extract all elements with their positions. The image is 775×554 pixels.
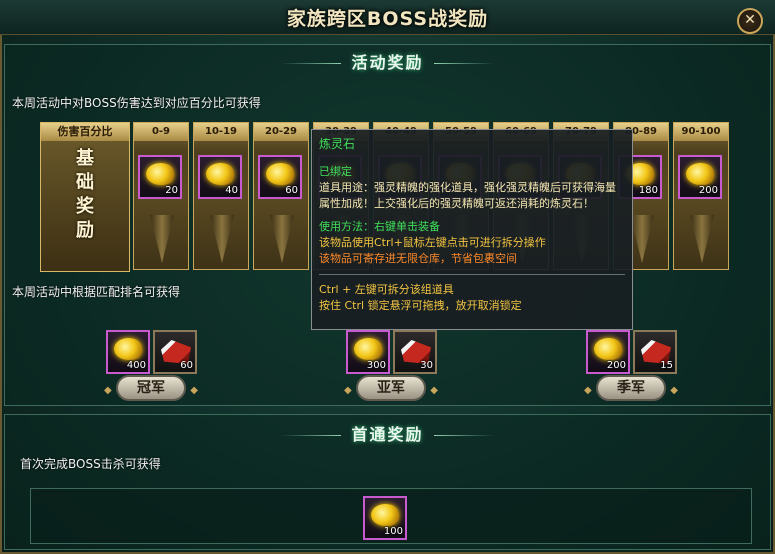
tooltip-how: 使用方法：右键单击装备 xyxy=(319,220,440,233)
rank3-gold-item[interactable]: 200 xyxy=(586,330,630,374)
tooltip-item-name: 炼灵石 xyxy=(319,137,356,151)
damage-range-label: 0-9 xyxy=(134,123,188,141)
base-reward-column: 伤害百分比 基础奖励 xyxy=(40,122,130,272)
rank1-gold-item[interactable]: 400 xyxy=(106,330,150,374)
sword-decoration xyxy=(270,215,294,263)
base-reward-label: 基础奖励 xyxy=(76,148,94,241)
damage-range-label: 90-100 xyxy=(674,123,728,141)
activity-section-title: 活动奖励 xyxy=(0,49,775,73)
damage-column: 0-9 20 xyxy=(133,122,189,270)
rank-desc: 本周活动中根据匹配排名可获得 xyxy=(12,285,181,299)
gold-ore-icon xyxy=(114,338,142,360)
rank-badge-champion: 冠军 xyxy=(104,375,198,402)
damage-reward-item[interactable]: 20 xyxy=(138,155,182,199)
damage-column: 20-29 60 xyxy=(253,122,309,270)
gold-ore-icon xyxy=(146,163,174,185)
gold-ore-icon xyxy=(594,338,622,360)
title-bar: 家族跨区BOSS战奖励 ✕ xyxy=(0,0,775,35)
window-title: 家族跨区BOSS战奖励 xyxy=(286,8,489,30)
damage-range-label: 20-29 xyxy=(254,123,308,141)
item-count: 180 xyxy=(638,185,658,196)
item-count: 20 xyxy=(165,185,178,196)
damage-column: 10-19 40 xyxy=(193,122,249,270)
item-count: 60 xyxy=(285,185,298,196)
sword-decoration xyxy=(630,215,654,263)
gold-ore-icon xyxy=(371,504,399,526)
item-count: 40 xyxy=(225,185,238,196)
close-icon[interactable]: ✕ xyxy=(737,8,763,34)
rank2-gold-item[interactable]: 300 xyxy=(346,330,390,374)
gold-ore-icon xyxy=(686,163,714,185)
first-kill-desc: 首次完成BOSS击杀可获得 xyxy=(20,457,161,471)
gold-ore-icon xyxy=(354,338,382,360)
damage-range-label: 10-19 xyxy=(194,123,248,141)
first-kill-gold-item[interactable]: 100 xyxy=(363,496,407,540)
tooltip-hint-split: Ctrl + 左键可拆分该组道具 xyxy=(319,283,454,296)
tooltip-split: 该物品使用Ctrl+鼠标左键点击可进行拆分操作 xyxy=(319,236,546,249)
sword-decoration xyxy=(210,215,234,263)
rank-badge-third: 季军 xyxy=(584,375,678,402)
damage-desc: 本周活动中对BOSS伤害达到对应百分比可获得 xyxy=(12,96,261,110)
rank-badge-second: 亚军 xyxy=(344,375,438,402)
rank1-shoe-item[interactable]: 60 xyxy=(153,330,197,374)
tooltip-hint-lock: 按住 Ctrl 锁定悬浮可拖拽，放开取消锁定 xyxy=(319,299,522,312)
sword-decoration xyxy=(150,215,174,263)
tooltip-use: 道具用途：强灵精魄的强化道具，强化强灵精魄后可获得海量属性加成！上交强化后的强灵… xyxy=(319,181,616,210)
damage-reward-item[interactable]: 200 xyxy=(678,155,722,199)
item-count: 200 xyxy=(698,185,718,196)
item-tooltip: 炼灵石 已绑定 道具用途：强灵精魄的强化道具，强化强灵精魄后可获得海量属性加成！… xyxy=(311,129,633,330)
damage-header-label: 伤害百分比 xyxy=(41,123,129,141)
tooltip-bound: 已绑定 xyxy=(319,165,352,178)
tooltip-store: 该物品可寄存进无限仓库，节省包裹空间 xyxy=(319,252,517,265)
damage-column: 90-100 200 xyxy=(673,122,729,270)
damage-reward-item[interactable]: 60 xyxy=(258,155,302,199)
damage-reward-item[interactable]: 40 xyxy=(198,155,242,199)
rank3-shoe-item[interactable]: 15 xyxy=(633,330,677,374)
first-kill-section-title: 首通奖励 xyxy=(0,421,775,445)
rank2-shoe-item[interactable]: 30 xyxy=(393,330,437,374)
gold-ore-icon xyxy=(266,163,294,185)
sword-decoration xyxy=(690,215,714,263)
gold-ore-icon xyxy=(206,163,234,185)
